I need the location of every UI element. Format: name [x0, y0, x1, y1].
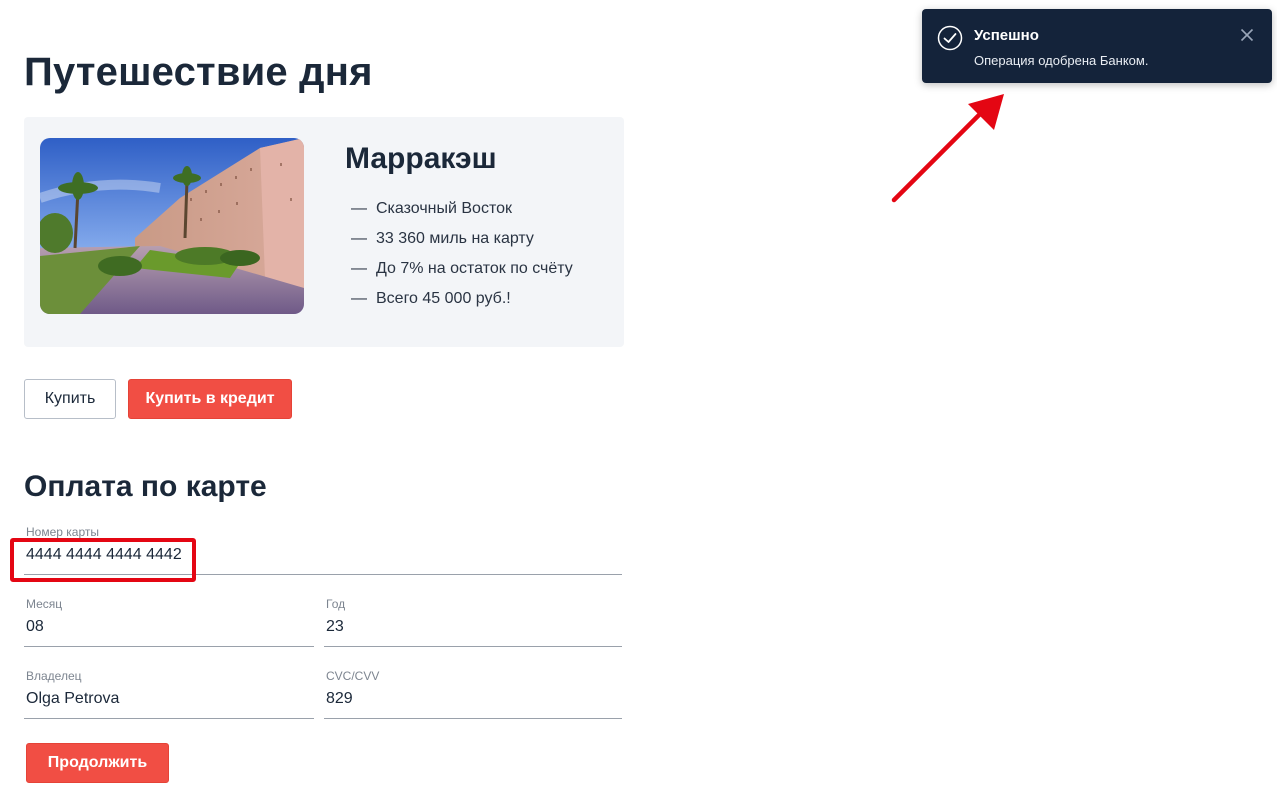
month-field[interactable]: Месяц 08 [24, 597, 314, 647]
cvc-label: CVC/CVV [326, 669, 380, 683]
offer-features-list: — Сказочный Восток — 33 360 миль на карт… [351, 198, 573, 318]
month-label: Месяц [26, 597, 63, 611]
card-number-input[interactable]: 4444 4444 4444 4442 [26, 545, 182, 565]
card-number-field[interactable]: Номер карты 4444 4444 4444 4442 [24, 525, 622, 575]
marrakech-photo [40, 138, 304, 314]
feature-dash: — [351, 230, 367, 247]
feature-item: — Сказочный Восток [351, 198, 573, 228]
feature-dash: — [351, 290, 367, 307]
feature-text: До 7% на остаток по счёту [376, 260, 573, 277]
continue-button[interactable]: Продолжить [26, 743, 169, 783]
year-label: Год [326, 597, 346, 611]
notification-title: Успешно [974, 27, 1039, 44]
feature-text: Всего 45 000 руб.! [376, 290, 511, 307]
annotation-arrow-icon [880, 80, 1010, 210]
year-field[interactable]: Год 23 [324, 597, 622, 647]
feature-text: Сказочный Восток [376, 200, 512, 217]
feature-item: — До 7% на остаток по счёту [351, 258, 573, 288]
feature-dash: — [351, 200, 367, 217]
owner-input[interactable]: Olga Petrova [26, 689, 119, 709]
success-notification: Успешно Операция одобрена Банком. [922, 9, 1272, 83]
check-circle-icon [937, 25, 963, 51]
year-input[interactable]: 23 [326, 617, 344, 637]
page: Путешествие дня Марракэш — Сказочный Вос… [0, 0, 1277, 799]
offer-card: Марракэш — Сказочный Восток — 33 360 мил… [24, 117, 624, 347]
buy-credit-button[interactable]: Купить в кредит [128, 379, 292, 419]
feature-text: 33 360 миль на карту [376, 230, 534, 247]
feature-dash: — [351, 260, 367, 277]
cvc-field[interactable]: CVC/CVV 829 [324, 669, 622, 719]
buy-button[interactable]: Купить [24, 379, 116, 419]
page-title: Путешествие дня [24, 50, 373, 94]
feature-item: — Всего 45 000 руб.! [351, 288, 573, 318]
card-number-label: Номер карты [26, 525, 99, 539]
cvc-input[interactable]: 829 [326, 689, 353, 709]
owner-field[interactable]: Владелец Olga Petrova [24, 669, 314, 719]
offer-city-title: Марракэш [345, 142, 497, 175]
month-input[interactable]: 08 [26, 617, 44, 637]
feature-item: — 33 360 миль на карту [351, 228, 573, 258]
payment-section-title: Оплата по карте [24, 470, 267, 503]
close-icon[interactable] [1240, 28, 1254, 42]
notification-message: Операция одобрена Банком. [974, 53, 1149, 68]
owner-label: Владелец [26, 669, 82, 683]
